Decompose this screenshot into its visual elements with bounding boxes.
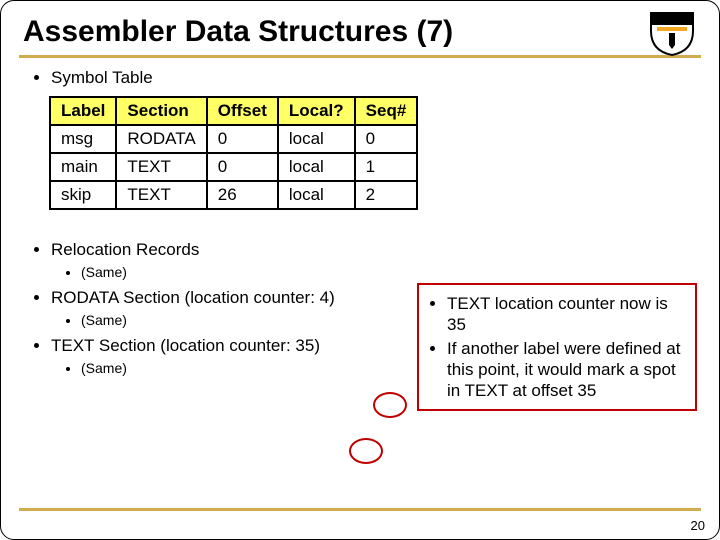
table-row: main TEXT 0 local 1 — [50, 153, 417, 181]
table-row: msg RODATA 0 local 0 — [50, 125, 417, 153]
th-local: Local? — [278, 97, 355, 125]
table-row: skip TEXT 26 local 2 — [50, 181, 417, 209]
red-circle-annotation — [349, 438, 383, 464]
content-bullets: Symbol Table — [1, 68, 719, 88]
symbol-table: Label Section Offset Local? Seq# msg ROD… — [49, 96, 418, 210]
slide: Assembler Data Structures (7) Symbol Tab… — [0, 0, 720, 540]
rodata-section-label: RODATA Section (location counter: 4) — [51, 288, 335, 307]
symbol-table-label: Symbol Table — [51, 68, 153, 87]
bullet-symbol-table: Symbol Table — [51, 68, 719, 88]
th-label: Label — [50, 97, 116, 125]
th-offset: Offset — [207, 97, 278, 125]
footer-underline — [19, 508, 701, 511]
title-underline — [19, 55, 701, 58]
red-circle-annotation — [373, 392, 407, 418]
callout-box: TEXT location counter now is 35 If anoth… — [417, 283, 697, 411]
slide-title: Assembler Data Structures (7) — [1, 1, 719, 55]
bullet-relocation: Relocation Records (Same) — [51, 240, 719, 280]
bullet-same: (Same) — [81, 264, 719, 280]
callout-line: If another label were defined at this po… — [447, 338, 689, 402]
callout-line: TEXT location counter now is 35 — [447, 293, 689, 336]
th-section: Section — [116, 97, 206, 125]
relocation-label: Relocation Records — [51, 240, 199, 259]
princeton-shield-icon — [647, 11, 697, 57]
table-header-row: Label Section Offset Local? Seq# — [50, 97, 417, 125]
th-seq: Seq# — [355, 97, 418, 125]
text-section-label: TEXT Section (location counter: 35) — [51, 336, 320, 355]
page-number: 20 — [691, 518, 705, 533]
